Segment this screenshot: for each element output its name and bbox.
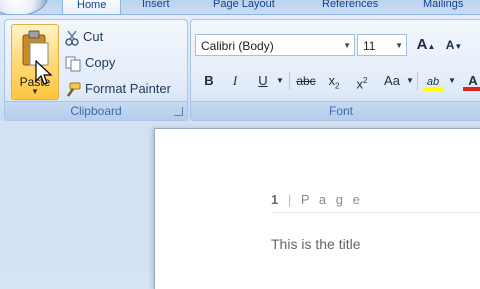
clipboard-dialog-launcher[interactable] [174,107,183,116]
divider [417,72,418,90]
font-name-dropdown[interactable]: Calibri (Body) ▼ [195,34,355,56]
clipboard-group: Paste ▼ Cut Copy Format Painter Clipboar… [4,19,188,121]
tab-home[interactable]: Home [62,0,122,15]
superscript-button[interactable]: x2 [351,70,373,92]
tab-references[interactable]: References [322,0,378,14]
copy-button[interactable]: Copy [65,52,115,74]
paintbrush-icon [66,82,81,97]
document-page[interactable]: 1 | P a g e This is the title [154,128,480,289]
page-number: 1 [271,192,282,207]
clipboard-group-label: Clipboard [5,101,187,120]
cut-label: Cut [83,29,104,44]
cut-button[interactable]: Cut [65,26,103,48]
font-group: Calibri (Body) ▼ 11 ▼ A▲ A▼ B I U ▼ abc … [190,19,480,121]
font-color-bar [463,87,480,91]
format-painter-button[interactable]: Format Painter [65,78,171,100]
copy-label: Copy [85,55,116,70]
scissors-icon [65,30,79,46]
ribbon: Paste ▼ Cut Copy Format Painter Clipboar… [0,14,480,122]
document-title-text[interactable]: This is the title [271,236,360,252]
font-color-label: A [468,73,478,88]
font-color-button[interactable]: A [461,70,480,92]
grow-font-label: A [416,36,428,53]
subscript-button[interactable]: x2 [323,70,345,92]
ribbon-tab-strip: Home Insert Page Layout References Maili… [0,0,480,16]
text-highlight-button[interactable]: ab [421,70,445,92]
divider: | [287,192,295,207]
highlight-dropdown-arrow[interactable]: ▼ [447,70,457,92]
header-divider [271,212,480,213]
highlight-color-bar [423,87,443,91]
page-word: P a g e [300,192,363,207]
change-case-button[interactable]: Aa [379,70,405,92]
bold-button[interactable]: B [199,70,219,92]
caret-down-icon: ▼ [454,42,463,51]
caret-up-icon: ▲ [427,42,436,51]
underline-dropdown-arrow[interactable]: ▼ [275,70,285,92]
font-size-dropdown[interactable]: 11 ▼ [357,34,407,56]
mouse-cursor-icon [35,60,53,85]
font-name-value: Calibri (Body) [201,39,274,53]
copy-icon [65,56,81,72]
superscript-mark: 2 [363,76,368,85]
format-painter-label: Format Painter [85,81,171,96]
chevron-down-icon: ▼ [395,41,403,50]
subscript-mark: 2 [335,81,340,91]
tab-insert[interactable]: Insert [142,0,170,14]
page-number-header: 1 | P a g e [271,192,363,207]
italic-button[interactable]: I [225,70,245,92]
change-case-dropdown-arrow[interactable]: ▼ [405,70,415,92]
tab-page-layout[interactable]: Page Layout [213,0,275,14]
divider [289,72,290,90]
font-group-label: Font [191,101,480,120]
font-size-value: 11 [363,39,376,53]
strikethrough-button[interactable]: abc [293,70,319,92]
tab-mailings[interactable]: Mailings [423,0,463,14]
chevron-down-icon: ▼ [31,87,39,96]
shrink-font-button[interactable]: A▼ [443,34,465,56]
underline-button[interactable]: U [253,70,273,92]
chevron-down-icon: ▼ [343,41,351,50]
grow-font-button[interactable]: A▲ [415,34,437,56]
